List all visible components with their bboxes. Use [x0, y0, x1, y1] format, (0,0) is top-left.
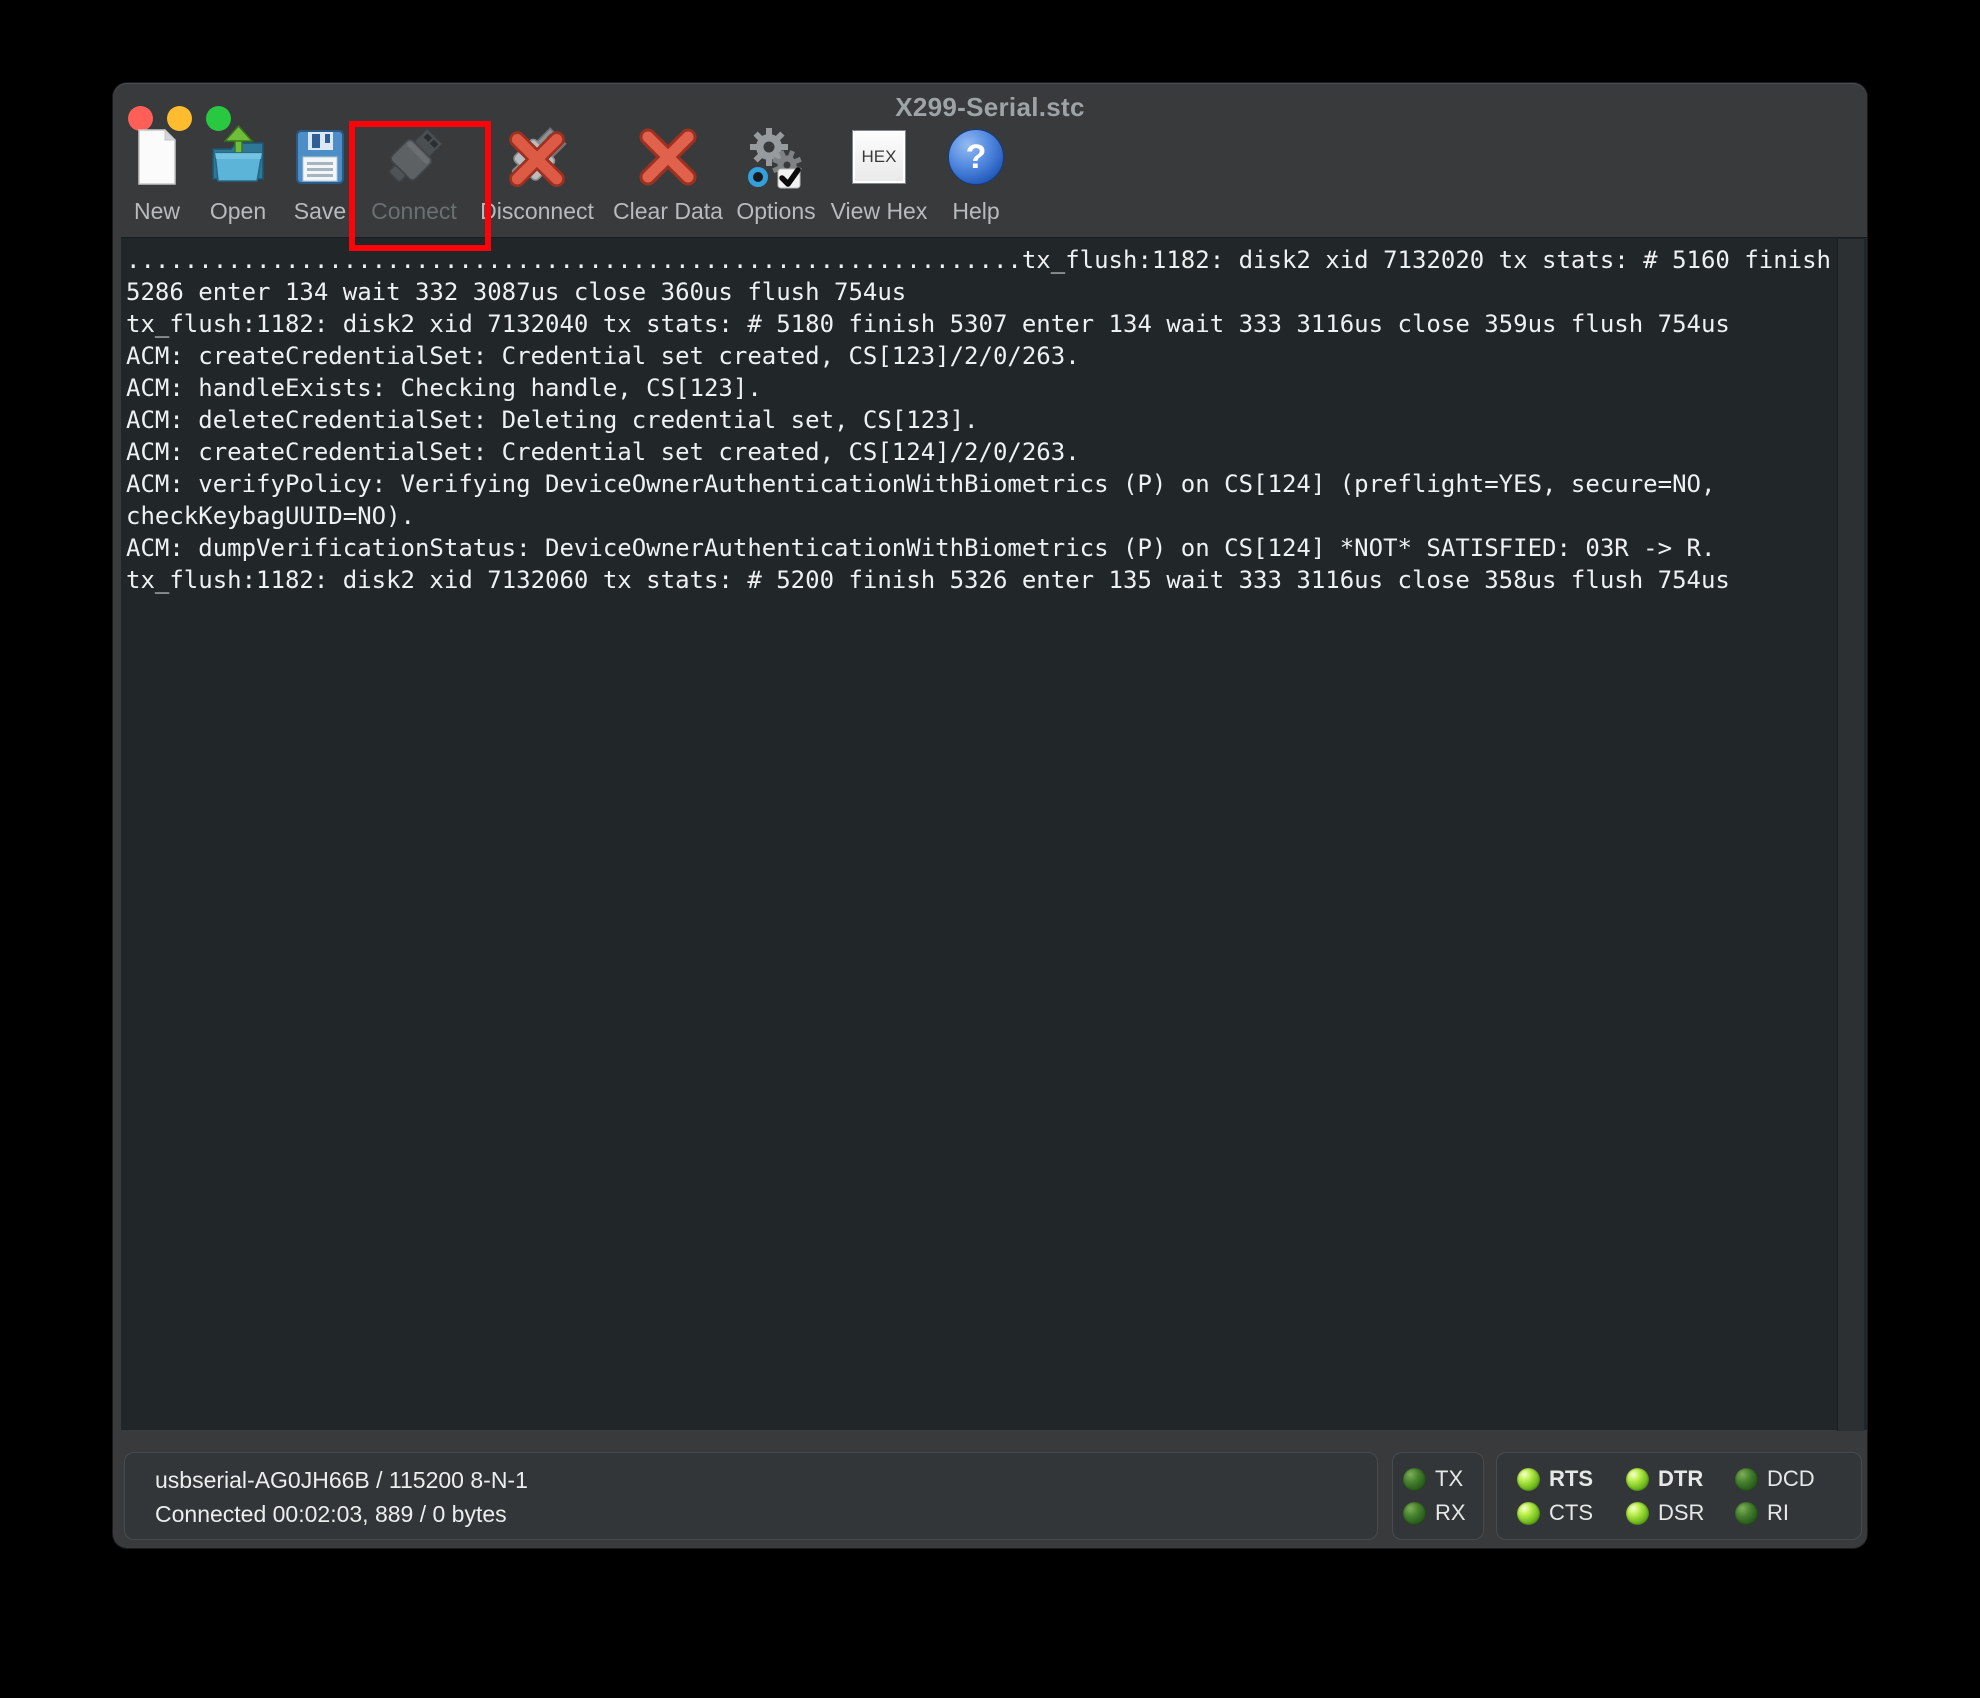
cts-indicator: CTS	[1517, 1496, 1626, 1530]
dtr-led-icon	[1626, 1467, 1649, 1491]
terminal-scrollbar[interactable]	[1837, 239, 1864, 1431]
disconnect-usb-icon	[502, 118, 572, 196]
view-hex-icon: HEX	[852, 118, 906, 196]
disconnect-button-label: Disconnect	[480, 198, 594, 224]
rx-led-icon	[1403, 1501, 1426, 1525]
connect-button[interactable]: Connect	[348, 118, 480, 225]
terminal-line: tx_flush:1182: disk2 xid 7132060 tx stat…	[126, 566, 1730, 594]
rx-indicator: RX	[1403, 1496, 1483, 1530]
rx-label: RX	[1435, 1500, 1466, 1525]
clear-data-button-label: Clear Data	[613, 198, 723, 224]
dtr-label: DTR	[1658, 1466, 1704, 1491]
options-gear-icon	[744, 118, 808, 196]
data-led-panel: TX RX	[1392, 1452, 1484, 1540]
port-settings-text: usbserial-AG0JH66B / 115200 8-N-1	[155, 1467, 528, 1493]
connection-info-text: Connected 00:02:03, 889 / 0 bytes	[155, 1501, 507, 1527]
terminal-line: ACM: deleteCredentialSet: Deleting crede…	[126, 406, 979, 434]
rts-toggle[interactable]: RTS	[1517, 1462, 1626, 1496]
dsr-label: DSR	[1658, 1500, 1705, 1525]
help-icon-glyph: ?	[948, 129, 1004, 185]
connect-usb-icon	[379, 118, 449, 196]
dsr-led-icon	[1626, 1501, 1649, 1525]
terminal-line: ........................................…	[126, 246, 1832, 274]
options-button-label: Options	[736, 198, 816, 224]
help-button-label: Help	[952, 198, 1000, 224]
rts-label: RTS	[1549, 1466, 1593, 1491]
ri-led-icon	[1735, 1501, 1758, 1525]
terminal-line: ACM: dumpVerificationStatus: DeviceOwner…	[126, 534, 1716, 562]
help-button[interactable]: ? Help	[910, 118, 1042, 225]
save-button-label: Save	[293, 198, 347, 224]
tx-indicator: TX	[1403, 1462, 1483, 1496]
rts-led-icon	[1517, 1467, 1540, 1491]
tx-label: TX	[1435, 1466, 1464, 1491]
terminal-line: ACM: createCredentialSet: Credential set…	[126, 342, 1080, 370]
connection-status-panel: usbserial-AG0JH66B / 115200 8-N-1 Connec…	[124, 1452, 1378, 1540]
dtr-toggle[interactable]: DTR	[1626, 1462, 1735, 1496]
terminal-output[interactable]: ........................................…	[121, 237, 1867, 1431]
dcd-label: DCD	[1767, 1466, 1815, 1491]
terminal-line: 5286 enter 134 wait 332 3087us close 360…	[126, 278, 907, 306]
modem-led-panel: RTS DTR DCD CTS DSR RI	[1496, 1452, 1862, 1540]
connect-button-label: Connect	[371, 198, 457, 224]
ri-label: RI	[1767, 1500, 1789, 1525]
dcd-indicator: DCD	[1735, 1462, 1844, 1496]
hex-icon-text: HEX	[852, 130, 906, 184]
terminal-line: tx_flush:1182: disk2 xid 7132040 tx stat…	[126, 310, 1730, 338]
terminal-line: ACM: handleExists: Checking handle, CS[1…	[126, 374, 762, 402]
help-icon: ?	[948, 118, 1004, 196]
ri-indicator: RI	[1735, 1496, 1844, 1530]
cts-led-icon	[1517, 1501, 1540, 1525]
save-floppy-icon	[288, 118, 352, 196]
dsr-indicator: DSR	[1626, 1496, 1735, 1530]
terminal-line: ACM: verifyPolicy: Verifying DeviceOwner…	[126, 470, 1716, 498]
terminal-line: ACM: createCredentialSet: Credential set…	[126, 438, 1080, 466]
disconnect-button[interactable]: Disconnect	[471, 118, 603, 225]
cts-label: CTS	[1549, 1500, 1593, 1525]
tx-led-icon	[1403, 1467, 1426, 1491]
terminal-line: checkKeybagUUID=NO).	[126, 502, 415, 530]
desktop: X299-Serial.stc New Open Save Connect Di…	[0, 0, 1980, 1698]
clear-data-x-icon	[636, 118, 700, 196]
dcd-led-icon	[1735, 1467, 1758, 1491]
